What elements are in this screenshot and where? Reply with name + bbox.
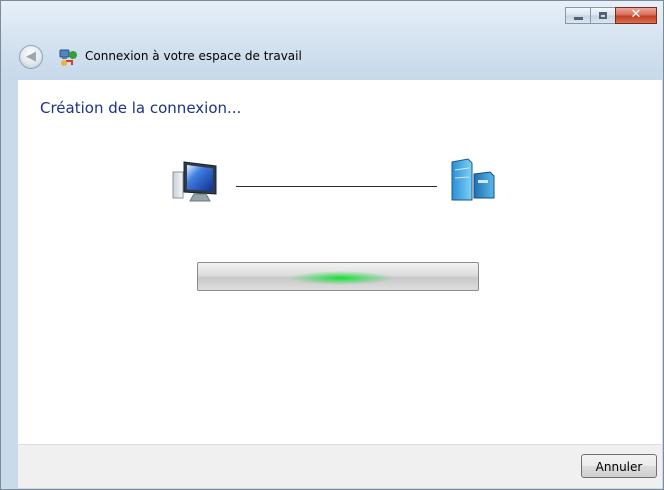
maximize-button[interactable]: [590, 7, 616, 24]
page-heading: Création de la connexion...: [40, 99, 242, 117]
back-button[interactable]: ◀: [19, 45, 43, 69]
network-server-icon: [451, 158, 495, 201]
maximize-icon: [599, 12, 607, 19]
title-bar[interactable]: [1, 1, 663, 81]
close-button[interactable]: ✕: [615, 7, 657, 24]
close-icon: ✕: [630, 7, 642, 22]
minimize-button[interactable]: [565, 7, 591, 24]
cancel-button[interactable]: Annuler: [581, 454, 657, 478]
progress-bar: [197, 262, 479, 291]
minimize-icon: [574, 17, 583, 20]
connection-line: [236, 186, 437, 187]
footer: [18, 444, 662, 488]
computer-icon: [172, 161, 217, 202]
window-title: Connexion à votre espace de travail: [85, 49, 302, 63]
window-controls: ✕: [565, 7, 657, 25]
network-connection-icon: [59, 49, 77, 66]
back-arrow-icon: ◀: [26, 49, 36, 64]
progress-glow: [198, 263, 478, 290]
